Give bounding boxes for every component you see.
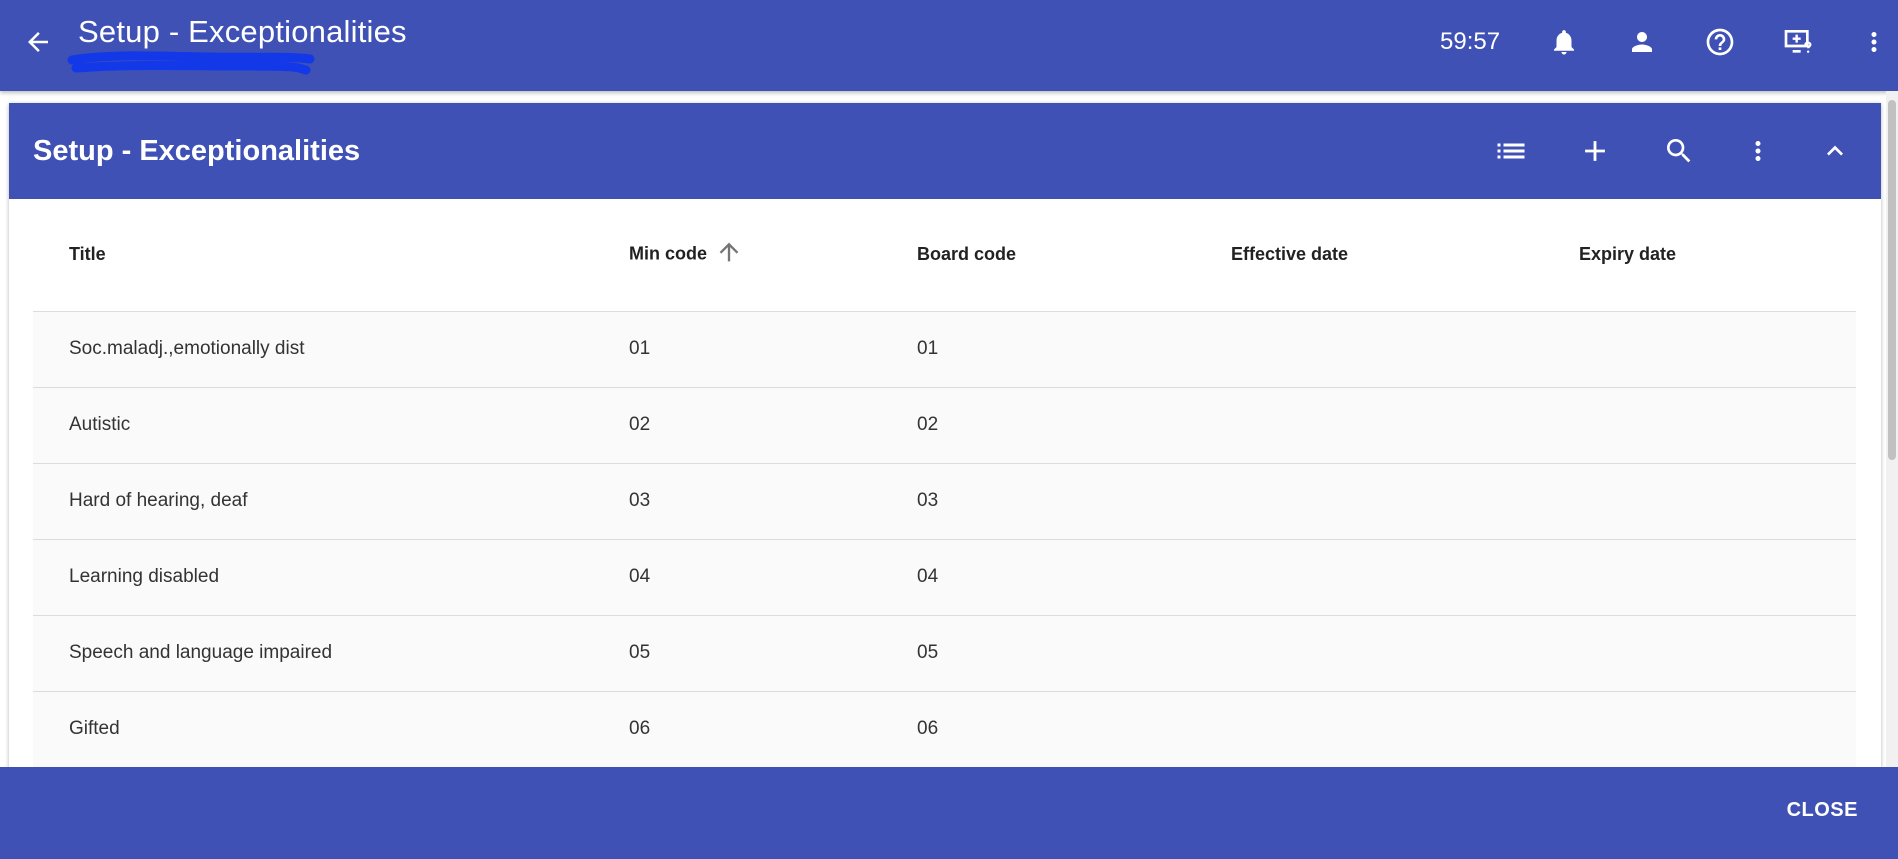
cell-title: Hard of hearing, deaf <box>33 463 593 540</box>
chevron-up-icon <box>1827 145 1843 156</box>
person-icon <box>1632 32 1652 52</box>
cell-expiry-date <box>1543 463 1856 540</box>
app-toolbar: Setup - Exceptionalities 59:57 <box>0 0 1898 91</box>
redaction-scribble <box>67 51 315 75</box>
card-more-button[interactable] <box>1736 129 1780 173</box>
column-header-label: Effective date <box>1231 244 1349 265</box>
cell-title: Soc.maladj.,emotionally dist <box>33 311 593 388</box>
search-button[interactable] <box>1657 129 1701 173</box>
add-icon <box>1585 141 1605 161</box>
cell-board-code: 04 <box>881 539 1195 616</box>
list-icon <box>1497 143 1525 159</box>
more-vert-icon <box>1755 141 1761 161</box>
session-timer: 59:57 <box>1440 28 1501 55</box>
column-header-label: Expiry date <box>1579 244 1677 265</box>
cell-expiry-date <box>1543 311 1856 388</box>
search-icon <box>1667 139 1691 163</box>
notifications-button[interactable] <box>1544 22 1584 62</box>
table-header-row: Title Min code Board code Effective date… <box>33 199 1856 312</box>
screen-help-button[interactable] <box>1778 22 1818 62</box>
column-header-label: Title <box>69 244 106 265</box>
cell-effective-date <box>1195 691 1543 767</box>
cell-title: Learning disabled <box>33 539 593 616</box>
sort-ascending-icon[interactable] <box>715 238 743 271</box>
cell-board-code: 05 <box>881 615 1195 692</box>
table-row[interactable]: Learning disabled 04 04 <box>33 539 1856 616</box>
app-title: Setup - Exceptionalities <box>78 14 407 49</box>
cell-min-code: 05 <box>593 615 881 692</box>
card-header: Setup - Exceptionalities <box>9 103 1881 199</box>
cell-effective-date <box>1195 463 1543 540</box>
cell-expiry-date <box>1543 387 1856 464</box>
cell-min-code: 04 <box>593 539 881 616</box>
help-icon <box>1706 28 1734 56</box>
column-header-title[interactable]: Title <box>33 199 593 312</box>
cell-min-code: 06 <box>593 691 881 767</box>
scrollbar-thumb[interactable] <box>1888 100 1896 460</box>
exceptionalities-table: Title Min code Board code Effective date… <box>33 199 1856 767</box>
cell-min-code: 01 <box>593 311 881 388</box>
collapse-button[interactable] <box>1813 129 1857 173</box>
cell-board-code: 03 <box>881 463 1195 540</box>
table-row[interactable]: Hard of hearing, deaf 03 03 <box>33 463 1856 540</box>
cell-board-code: 06 <box>881 691 1195 767</box>
column-header-label: Min code <box>629 243 708 264</box>
cell-effective-date <box>1195 539 1543 616</box>
column-header-expiry-date[interactable]: Expiry date <box>1543 199 1856 312</box>
close-button[interactable]: CLOSE <box>1787 799 1858 822</box>
column-header-label: Board code <box>917 244 1017 265</box>
cell-effective-date <box>1195 387 1543 464</box>
dialog-footer: CLOSE <box>0 767 1898 859</box>
table-row[interactable]: Speech and language impaired 05 05 <box>33 615 1856 692</box>
app-more-button[interactable] <box>1854 22 1894 62</box>
cell-effective-date <box>1195 311 1543 388</box>
account-button[interactable] <box>1622 22 1662 62</box>
cell-expiry-date <box>1543 539 1856 616</box>
cell-title: Gifted <box>33 691 593 767</box>
help-button[interactable] <box>1700 22 1740 62</box>
back-arrow-icon <box>28 32 48 52</box>
cell-effective-date <box>1195 615 1543 692</box>
column-header-board-code[interactable]: Board code <box>881 199 1195 312</box>
cell-board-code: 01 <box>881 311 1195 388</box>
bell-icon <box>1554 30 1574 55</box>
list-view-button[interactable] <box>1489 129 1533 173</box>
add-button[interactable] <box>1573 129 1617 173</box>
cell-min-code: 02 <box>593 387 881 464</box>
cell-min-code: 03 <box>593 463 881 540</box>
cell-title: Autistic <box>33 387 593 464</box>
back-button[interactable] <box>18 22 58 62</box>
exceptionalities-card: Setup - Exceptionalities Title Min code … <box>9 103 1881 767</box>
table-row[interactable]: Gifted 06 06 <box>33 691 1856 767</box>
column-header-min-code[interactable]: Min code <box>593 199 881 312</box>
cell-expiry-date <box>1543 691 1856 767</box>
card-title: Setup - Exceptionalities <box>33 135 361 167</box>
table-row[interactable]: Soc.maladj.,emotionally dist 01 01 <box>33 311 1856 388</box>
screen-help-icon <box>1784 30 1812 53</box>
cell-expiry-date <box>1543 615 1856 692</box>
table-row[interactable]: Autistic 02 02 <box>33 387 1856 464</box>
column-header-effective-date[interactable]: Effective date <box>1195 199 1543 312</box>
cell-title: Speech and language impaired <box>33 615 593 692</box>
more-vert-icon <box>1871 32 1877 52</box>
cell-board-code: 02 <box>881 387 1195 464</box>
